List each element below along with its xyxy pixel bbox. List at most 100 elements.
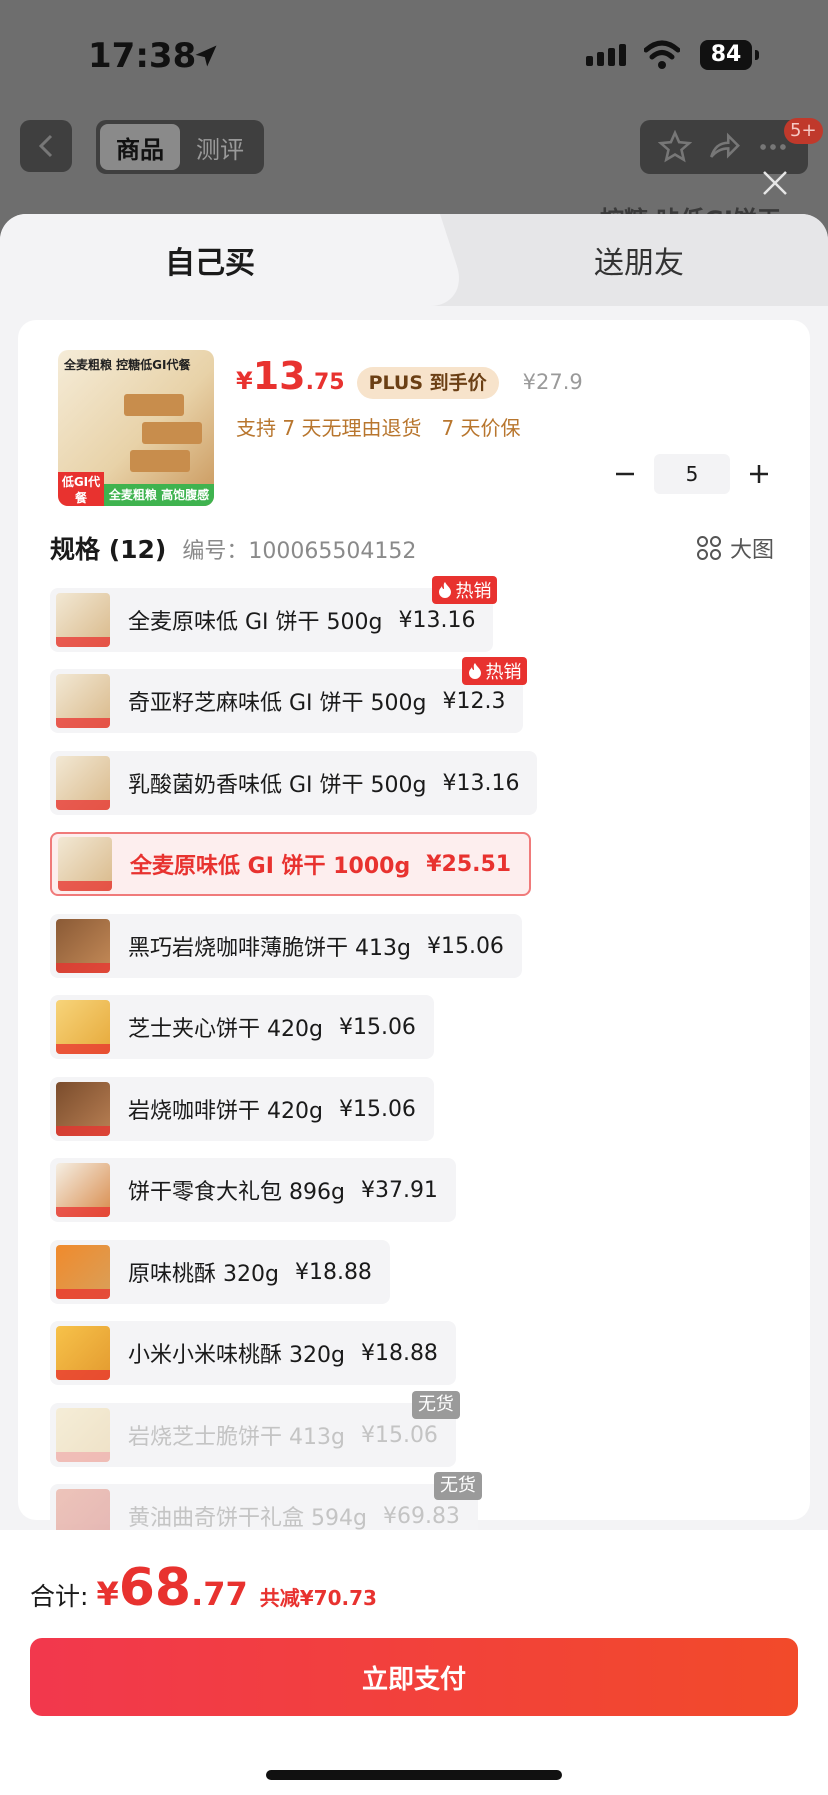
spec-name: 小米小米味桃酥 320g — [128, 1343, 345, 1368]
total-label: 合计: — [30, 1582, 89, 1611]
spec-price: ¥15.06 — [338, 1096, 416, 1122]
status-bar: 17:38 84 — [0, 0, 828, 110]
plus-price-badge: PLUS 到手价 — [356, 367, 499, 399]
spec-item[interactable]: 岩烧咖啡饼干 420g ¥15.06 — [50, 1077, 434, 1141]
spec-name: 岩烧芝士脆饼干 413g — [128, 1425, 345, 1450]
flame-icon — [469, 663, 482, 679]
spec-thumbnail — [56, 1163, 110, 1217]
spec-thumbnail — [56, 1408, 110, 1462]
spec-price: ¥13.16 — [398, 607, 476, 633]
nav-tabs: 商品 测评 — [96, 120, 264, 174]
spec-item[interactable]: 全麦原味低 GI 饼干 500g ¥13.16 热销 — [50, 576, 498, 652]
spec-price: ¥18.88 — [294, 1259, 372, 1285]
soldout-badge: 无货 — [411, 1391, 460, 1419]
spec-price: ¥37.91 — [360, 1177, 438, 1203]
product-card: 全麦粗粮 控糖低GI代餐 低GI代餐 全麦粗粮 高饱腹感 ¥ 13 .75 PL… — [18, 320, 810, 1548]
price-integer: 13 — [252, 354, 306, 398]
spec-thumbnail — [56, 1326, 110, 1380]
tab-send-friend-label: 送朋友 — [594, 246, 684, 281]
share-icon[interactable] — [707, 130, 741, 164]
quantity-input[interactable]: 5 — [654, 454, 730, 494]
tab-buy-self[interactable]: 自己买 — [0, 214, 420, 306]
spec-name: 黑巧岩烧咖啡薄脆饼干 413g — [128, 936, 411, 961]
spec-item-selected[interactable]: 全麦原味低 GI 饼干 1000g ¥25.51 — [50, 832, 532, 896]
spec-thumbnail — [56, 593, 110, 647]
soldout-badge: 无货 — [433, 1472, 482, 1500]
spec-thumbnail — [58, 837, 112, 891]
location-arrow-icon — [195, 45, 217, 67]
spec-item-soldout: 岩烧芝士脆饼干 413g ¥15.06 无货 — [50, 1391, 460, 1467]
tab-product[interactable]: 商品 — [100, 124, 180, 170]
big-image-toggle[interactable]: 大图 — [696, 532, 774, 564]
pay-now-button[interactable]: 立即支付 — [30, 1638, 798, 1716]
tab-review[interactable]: 测评 — [180, 124, 260, 170]
close-icon[interactable] — [760, 168, 790, 198]
quantity-stepper: 5 — [610, 454, 774, 494]
price-row: ¥ 13 .75 PLUS 到手价 ¥27.9 — [236, 354, 583, 399]
hot-badge: 热销 — [432, 576, 498, 604]
spec-name: 全麦原味低 GI 饼干 500g — [128, 610, 383, 635]
thumbnail-tag-low-gi: 低GI代餐 — [58, 472, 104, 506]
spec-item[interactable]: 黑巧岩烧咖啡薄脆饼干 413g ¥15.06 — [50, 914, 522, 978]
spec-item[interactable]: 原味桃酥 320g ¥18.88 — [50, 1240, 390, 1304]
big-image-label: 大图 — [729, 538, 774, 563]
spec-thumbnail — [56, 1245, 110, 1299]
spec-price: ¥25.51 — [426, 851, 512, 877]
star-icon[interactable] — [657, 130, 692, 164]
spec-price: ¥15.06 — [338, 1014, 416, 1040]
sheet-tabs: 送朋友 自己买 — [0, 214, 828, 306]
checkout-footer: 合计: ¥ 68 .77 共减¥70.73 立即支付 — [0, 1530, 828, 1795]
price-currency: ¥ — [236, 367, 253, 395]
thumbnail-tag-wholewheat: 全麦粗粮 高饱腹感 — [104, 484, 214, 506]
product-thumbnail[interactable]: 全麦粗粮 控糖低GI代餐 低GI代餐 全麦粗粮 高饱腹感 — [58, 350, 214, 506]
status-time: 17:38 — [88, 36, 197, 76]
spec-name: 黄油曲奇饼干礼盒 594g — [128, 1506, 367, 1531]
guarantee-row: 支持 7 天无理由退货 7 天价保 — [236, 412, 521, 441]
spec-thumbnail — [56, 1000, 110, 1054]
battery-icon: 84 — [700, 40, 759, 70]
cellular-signal-icon — [586, 44, 626, 66]
spec-price: ¥15.06 — [426, 933, 504, 959]
thumbnail-title: 全麦粗粮 控糖低GI代餐 — [64, 358, 191, 372]
spec-name: 饼干零食大礼包 896g — [128, 1180, 345, 1205]
decrease-button[interactable] — [610, 459, 640, 489]
spec-item[interactable]: 小米小米味桃酥 320g ¥18.88 — [50, 1321, 456, 1385]
back-button[interactable] — [20, 120, 72, 172]
spec-header: 规格 (12) 编号：100065504152 — [50, 530, 790, 566]
total-row: 合计: ¥ 68 .77 共减¥70.73 — [30, 1558, 377, 1618]
spec-item[interactable]: 芝士夹心饼干 420g ¥15.06 — [50, 995, 434, 1059]
tab-send-friend[interactable]: 送朋友 — [410, 214, 828, 306]
spec-item[interactable]: 饼干零食大礼包 896g ¥37.91 — [50, 1158, 456, 1222]
increase-button[interactable] — [744, 459, 774, 489]
nav-actions — [640, 120, 808, 174]
wifi-icon — [644, 40, 680, 69]
spec-name: 岩烧咖啡饼干 420g — [128, 1099, 323, 1124]
spec-name: 芝士夹心饼干 420g — [128, 1017, 323, 1042]
spec-item[interactable]: 奇亚籽芝麻味低 GI 饼干 500g ¥12.3 热销 — [50, 657, 528, 733]
spec-title: 规格 (12) — [50, 535, 167, 564]
spec-thumbnail — [56, 919, 110, 973]
notification-badge: 5+ — [784, 118, 823, 144]
guarantee-price-protect: 7 天价保 — [441, 416, 521, 440]
total-currency: ¥ — [96, 1575, 119, 1613]
hot-badge: 热销 — [462, 657, 528, 685]
spec-name: 乳酸菌奶香味低 GI 饼干 500g — [128, 773, 427, 798]
hot-badge-label: 热销 — [455, 581, 492, 602]
total-discount: 共减¥70.73 — [259, 1586, 377, 1610]
original-price: ¥27.9 — [522, 370, 583, 394]
price-decimal: .75 — [305, 370, 345, 395]
spec-thumbnail — [56, 1082, 110, 1136]
spec-thumbnail — [56, 756, 110, 810]
spec-name: 原味桃酥 320g — [128, 1262, 279, 1287]
spec-price: ¥13.16 — [442, 770, 520, 796]
total-decimal: .77 — [191, 1575, 248, 1613]
home-indicator — [266, 1770, 562, 1780]
spec-price: ¥18.88 — [360, 1340, 438, 1366]
hot-badge-label: 热销 — [485, 662, 522, 683]
spec-item[interactable]: 乳酸菌奶香味低 GI 饼干 500g ¥13.16 — [50, 751, 538, 815]
spec-thumbnail — [56, 674, 110, 728]
grid-icon — [696, 536, 721, 560]
flame-icon — [439, 582, 452, 598]
spec-name: 全麦原味低 GI 饼干 1000g — [130, 854, 411, 879]
plus-icon — [750, 465, 768, 483]
